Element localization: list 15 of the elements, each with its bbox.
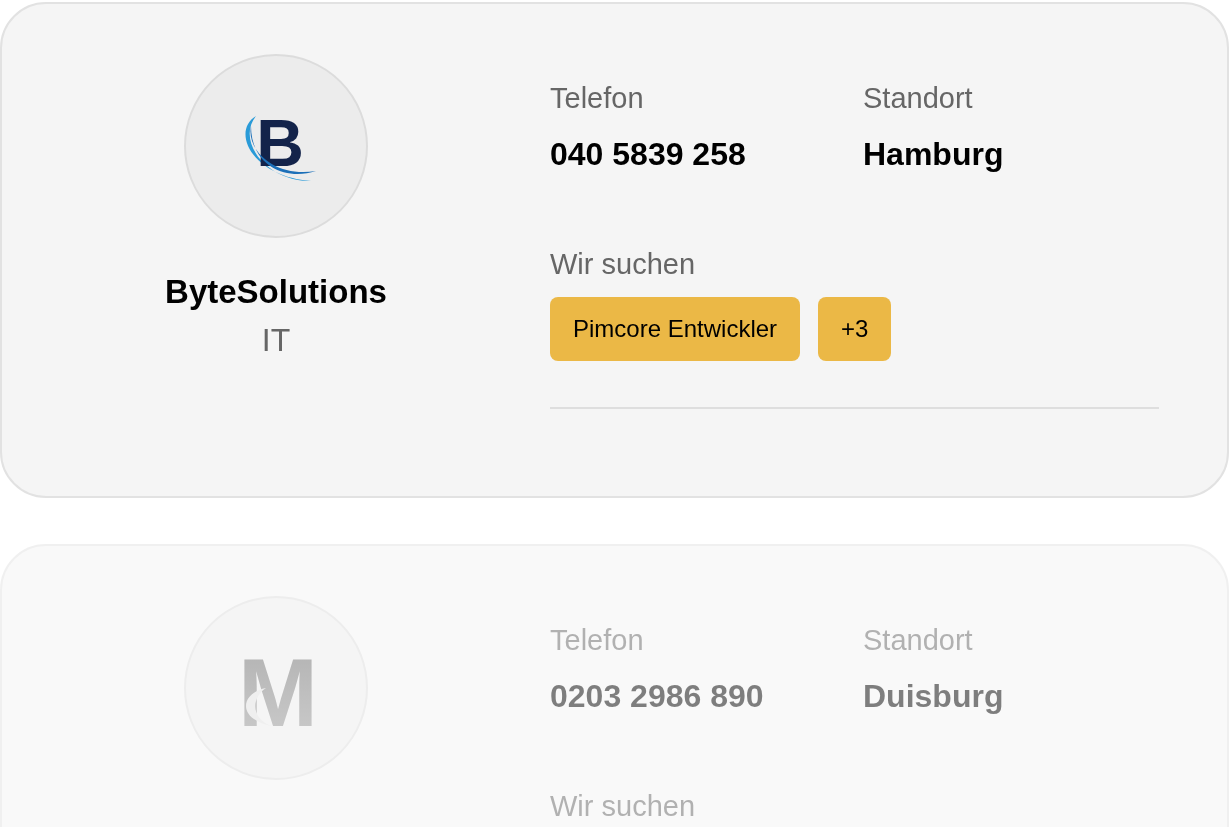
wanted-label: Wir suchen (550, 247, 697, 283)
field-value: 040 5839 258 (550, 135, 747, 175)
company-logo: B (226, 96, 326, 196)
field-value: Hamburg (863, 135, 1004, 175)
field-value: Duisburg (863, 677, 1004, 717)
wanted-label: Wir suchen (550, 789, 697, 825)
field-value: 0203 2986 890 (550, 677, 765, 717)
field-label: Telefon (550, 623, 645, 658)
company-name: ByteSolutions (165, 272, 387, 312)
company-industry: IT (261, 321, 291, 361)
job-tag[interactable]: Pimcore Entwickler (550, 296, 801, 361)
field-label: Telefon (550, 81, 645, 116)
field-label: Standort (863, 81, 974, 116)
job-tag[interactable]: +3 (818, 296, 892, 361)
field-label: Standort (863, 623, 974, 658)
